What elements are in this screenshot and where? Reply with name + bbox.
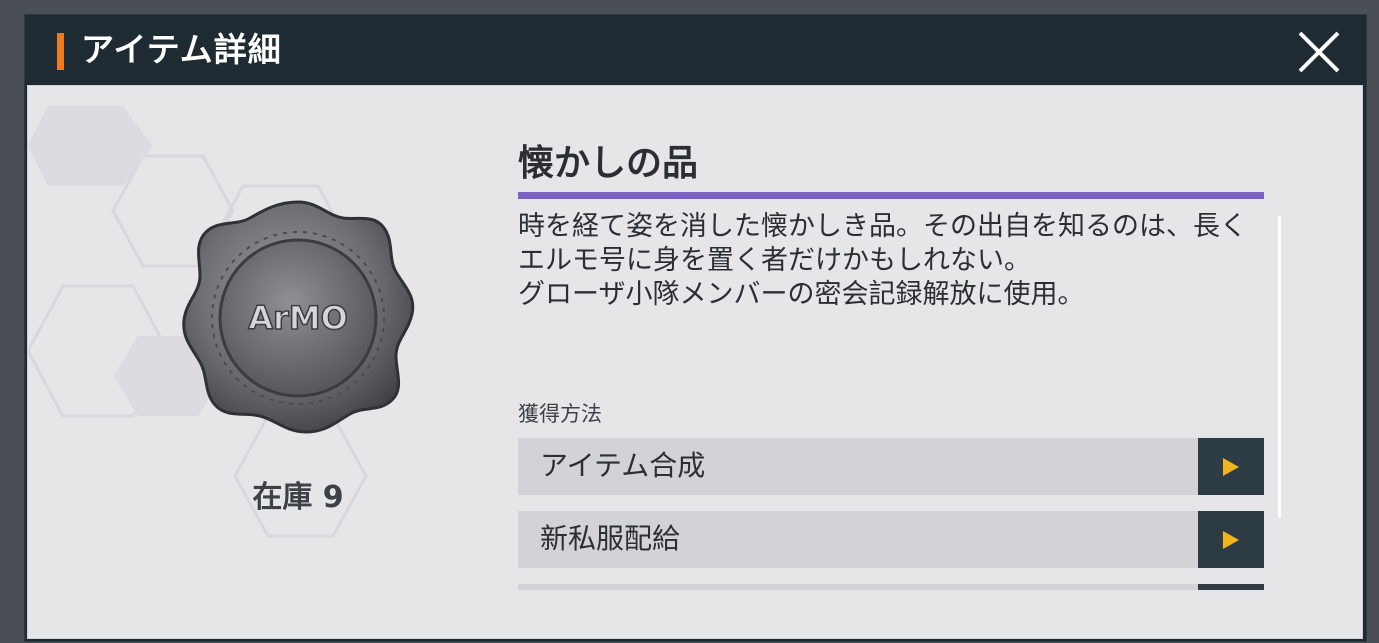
play-arrow-icon bbox=[1223, 531, 1239, 549]
play-arrow-icon bbox=[1223, 458, 1239, 476]
description-paragraph: 時を経て姿を消した懐かしき品。その出自を知るのは、長くエルモ号に身を置く者だけか… bbox=[518, 211, 1247, 276]
dialog-content: ArMO 在庫 9 懐かしの品 時を経て姿を消した懐かしき品。その出自を知るのは… bbox=[27, 85, 1363, 639]
go-button[interactable] bbox=[1198, 584, 1264, 590]
dialog-title: アイテム詳細 bbox=[81, 30, 282, 69]
acquisition-method-label: 新私服配給 bbox=[540, 522, 681, 555]
nostalgic-item-plate-image: ArMO bbox=[182, 200, 415, 434]
scrollbar-thumb[interactable] bbox=[1278, 216, 1281, 518]
stock-count: 在庫 9 bbox=[252, 480, 344, 515]
acquisition-method-new-outfit-distribution[interactable]: 新私服配給 bbox=[518, 511, 1264, 568]
item-description: 時を経て姿を消した懐かしき品。その出自を知るのは、長くエルモ号に身を置く者だけか… bbox=[518, 210, 1248, 312]
plate-emblem-text: ArMO bbox=[248, 299, 348, 337]
go-button[interactable] bbox=[1198, 511, 1264, 568]
acquisition-method-item-synthesis[interactable]: アイテム合成 bbox=[518, 438, 1264, 495]
acquisition-method-partial-row[interactable] bbox=[518, 584, 1264, 590]
go-button[interactable] bbox=[1198, 438, 1264, 495]
item-name: 懐かしの品 bbox=[518, 143, 699, 184]
close-icon[interactable] bbox=[1294, 27, 1344, 77]
dialog-header: アイテム詳細 bbox=[25, 15, 1366, 85]
title-accent-bar bbox=[57, 33, 64, 70]
description-paragraph: グローザ小隊メンバーの密会記録解放に使用。 bbox=[518, 279, 1085, 310]
item-name-divider bbox=[518, 192, 1264, 199]
acquisition-method-label: アイテム合成 bbox=[540, 449, 706, 482]
acquisition-label: 獲得方法 bbox=[518, 402, 602, 426]
item-detail-dialog: アイテム詳細 ArMO 在庫 9 懐かしの品 時を経て姿を消した懐かしき品。その… bbox=[24, 14, 1367, 642]
